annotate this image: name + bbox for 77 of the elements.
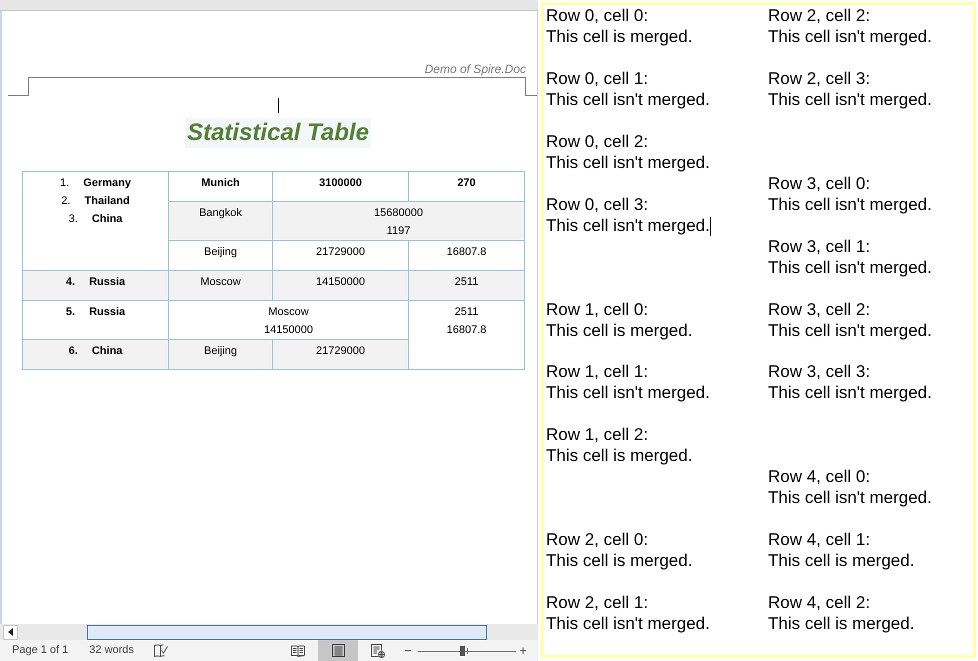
table-text: 14150000: [316, 275, 365, 290]
page-count[interactable]: Page 1 of 1: [12, 642, 68, 659]
merge-status: This cell isn't merged.: [768, 320, 932, 341]
table-text: Beijing: [204, 245, 238, 260]
entry-heading: Row 4, cell 1:: [768, 529, 870, 550]
zoom-out-button[interactable]: −: [398, 640, 418, 661]
book-check-icon[interactable]: [154, 644, 168, 657]
merge-status: This cell isn't merged.: [546, 152, 710, 173]
table-text: Bangkok: [199, 206, 242, 221]
merge-status: This cell isn't merged.: [546, 214, 710, 236]
merge-status: This cell is merged.: [546, 320, 692, 341]
list-item: 5. Russia: [66, 305, 126, 320]
entry-heading: Row 4, cell 2:: [768, 592, 870, 614]
merge-status: This cell isn't merged.: [546, 88, 710, 110]
table-text: 1197: [386, 224, 410, 239]
open-book-icon: [291, 644, 305, 656]
table-text: Moscow: [200, 275, 241, 290]
list-item: 3. China: [68, 212, 122, 227]
merge-status: This cell isn't merged.: [768, 487, 932, 508]
print-layout-button[interactable]: [318, 640, 358, 661]
entry-heading: Row 3, cell 2:: [768, 298, 870, 320]
merge-status: This cell is merged.: [768, 550, 914, 572]
entry-heading: Row 2, cell 0:: [546, 529, 648, 550]
table-text: 14150000: [264, 323, 313, 338]
entry-heading: Row 0, cell 3:: [546, 194, 648, 215]
table-text: Munich: [201, 176, 240, 191]
list-item: 4. Russia: [66, 275, 126, 290]
table-text: 3100000: [319, 176, 362, 191]
word-count[interactable]: 32 words: [89, 642, 134, 659]
page-globe-icon: [371, 644, 385, 658]
entry-heading: Row 4, cell 0:: [768, 466, 870, 488]
table-text: 21729000: [316, 344, 365, 359]
horizontal-scrollbar[interactable]: [0, 624, 538, 640]
merge-status: This cell is merged.: [546, 445, 692, 466]
entry-heading: Row 3, cell 1:: [768, 236, 870, 257]
entry-heading: Row 1, cell 1:: [546, 361, 648, 382]
scrollbar-thumb[interactable]: [87, 624, 487, 640]
entry-heading: Row 3, cell 3:: [768, 361, 870, 382]
entry-heading: Row 1, cell 2:: [546, 424, 648, 446]
entry-heading: Row 0, cell 0:: [546, 5, 648, 26]
entry-heading: Row 1, cell 0:: [546, 298, 648, 320]
document-title: Statistical Table: [185, 118, 371, 148]
merge-status: This cell is merged.: [546, 26, 692, 47]
scroll-left-button[interactable]: [3, 624, 18, 640]
table-text: 2511: [454, 305, 478, 320]
entry-heading: Row 0, cell 1:: [546, 68, 648, 89]
table-text: 270: [457, 176, 476, 191]
entry-heading: Row 0, cell 2:: [546, 130, 648, 152]
merge-status: This cell isn't merged.: [768, 382, 932, 404]
merge-status: This cell isn't merged.: [768, 26, 932, 47]
merge-status: This cell isn't merged.: [546, 382, 710, 404]
table-text: Beijing: [204, 344, 238, 359]
list-item: 6. China: [68, 344, 122, 359]
page-lines-icon: [332, 644, 344, 657]
merge-status: This cell isn't merged.: [768, 194, 932, 215]
table-text: 16807.8: [446, 323, 486, 338]
table-text: 15680000: [374, 206, 423, 221]
merge-status: This cell isn't merged.: [768, 256, 932, 278]
zoom-slider[interactable]: [418, 644, 516, 656]
header-text: Demo of Spire.Doc: [424, 61, 526, 77]
merge-status: This cell isn't merged.: [768, 88, 932, 110]
merge-status: This cell is merged.: [546, 550, 692, 572]
merge-status: This cell is merged.: [768, 613, 914, 634]
entry-heading: Row 2, cell 1:: [546, 592, 648, 614]
zoom-in-button[interactable]: +: [516, 640, 530, 661]
table-text: 2511: [454, 275, 478, 290]
list-item: 2. Thailand: [61, 194, 130, 209]
entry-heading: Row 3, cell 0:: [768, 172, 870, 194]
list-item: 1. Germany: [60, 176, 131, 191]
entry-heading: Row 2, cell 3:: [768, 68, 870, 89]
table-text: 21729000: [316, 245, 365, 260]
table-text: Moscow: [268, 305, 309, 320]
table-text: 16807.8: [446, 245, 486, 260]
merge-status: This cell isn't merged.: [546, 613, 710, 634]
slider-thumb[interactable]: [460, 646, 466, 656]
left-arrow-icon: [8, 628, 13, 636]
entry-heading: Row 2, cell 2:: [768, 5, 870, 26]
